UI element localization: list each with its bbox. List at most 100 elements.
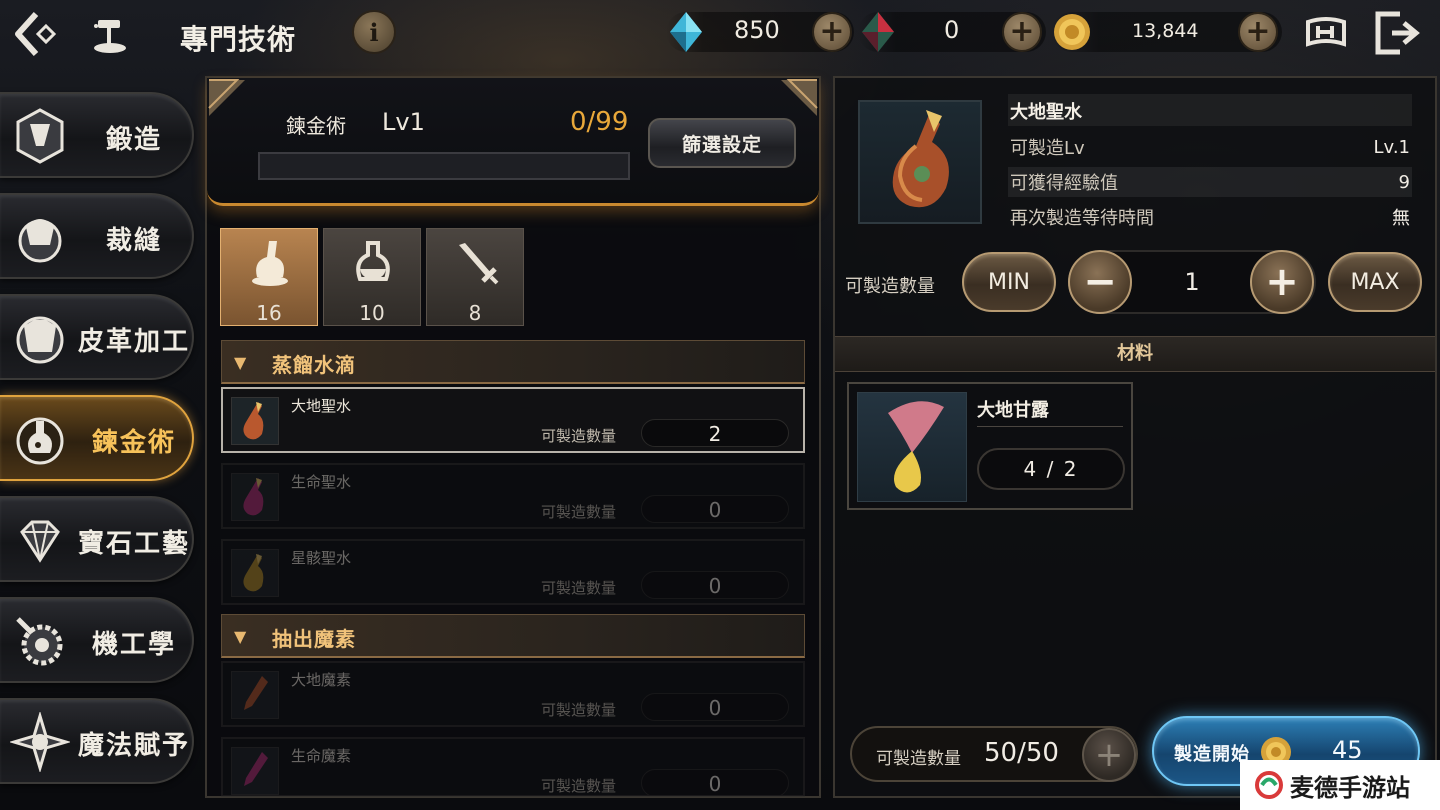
category-count: 10 [359,301,385,325]
tab-category-potions[interactable]: 10 [323,228,421,326]
skill-name: 鍊金術 [286,114,346,138]
forging-icon [16,108,64,164]
recipe-qty-value: 0 [708,772,722,796]
red-crystal-icon [862,12,894,52]
watermark: 麦德手游站 [1240,760,1440,810]
red-crystal-value: 0 [944,16,960,44]
earth-nectar-icon [857,392,967,502]
sidebar-item-alchemy[interactable]: 鍊金術 [0,395,194,481]
sidebar-item-tailoring[interactable]: 裁縫 [0,193,194,279]
recipe-qty-box: 0 [641,571,789,599]
page-title: 專門技術 [180,23,297,56]
sidebar-item-leatherwork[interactable]: 皮革加工 [0,294,194,380]
info-value: 9 [1398,171,1410,193]
skill-exp: 0/99 [570,107,629,137]
engineering-icon [16,617,63,666]
recipe-qty-value: 0 [708,498,722,522]
filter-settings-button[interactable]: 篩選設定 [648,118,796,168]
holy-water-icon [231,473,279,521]
recipe-name: 生命魔素 [291,747,352,765]
currency-red-crystal: 0 + [858,12,1046,52]
recipe-qty-value: 0 [708,574,722,598]
materials-header: 材料 [835,336,1435,372]
sidebar-item-label: 寶石工藝 [78,528,191,559]
exit-button[interactable] [1372,10,1422,56]
watermark-text: 麦德手游站 [1290,773,1410,802]
recipe-qty-label: 可製造數量 [541,777,617,795]
info-label: 可獲得經驗值 [1010,173,1118,194]
buy-gold-button[interactable]: + [1238,12,1278,52]
sidebar-item-label: 機工學 [91,629,176,660]
recipe-row[interactable]: 生命魔素 可製造數量 0 [221,737,805,797]
recipe-row[interactable]: 大地魔素 可製造數量 0 [221,661,805,727]
recipe-qty-value: 0 [708,696,722,720]
material-card[interactable]: 大地甘露 4 / 2 [847,382,1133,510]
shop-button[interactable] [1302,14,1350,50]
recipe-name: 大地聖水 [291,397,352,415]
sidebar-item-label: 魔法賦予 [78,730,191,761]
category-count: 8 [468,301,482,325]
sidebar-item-label: 裁縫 [105,225,162,256]
sidebar-item-label: 鍛造 [105,124,162,155]
craftable-quantity-label: 可製造數量 [876,749,961,769]
min-button[interactable]: MIN [962,252,1056,312]
holy-water-icon [231,549,279,597]
max-button[interactable]: MAX [1328,252,1422,312]
item-title: 大地聖水 [1008,94,1412,126]
divider [977,426,1123,427]
increase-button[interactable]: + [1250,250,1314,314]
sidebar-item-enchanting[interactable]: 魔法賦予 [0,698,194,784]
recipe-qty-label: 可製造數量 [541,427,617,445]
blue-crystal-icon [670,12,702,52]
info-value: Lv.1 [1373,136,1410,158]
recipe-group-label: 抽出魔素 [272,627,356,651]
sidebar-item-engineering[interactable]: 機工學 [0,597,194,683]
alchemy-icon [16,417,64,465]
recipe-row[interactable]: 生命聖水 可製造數量 0 [221,463,805,529]
top-bar: 專門技術 i 850 + 0 + 13,844 + [0,0,1440,66]
currency-blue-crystal: 850 + [666,12,854,52]
collapse-arrow-icon: ▼ [234,627,247,646]
gem-craft-icon [20,520,60,563]
back-button[interactable] [8,8,60,60]
earth-holy-water-icon [858,100,982,224]
sidebar-item-label: 鍊金術 [91,427,176,458]
sidebar-item-gem-craft[interactable]: 寶石工藝 [0,496,194,582]
recipe-qty-box: 0 [641,693,789,721]
craft-quantity-label: 可製造數量 [845,276,935,297]
sidebar-item-forging[interactable]: 鍛造 [0,92,194,178]
watermark-logo-icon [1255,771,1283,799]
recipe-qty-box: 0 [641,495,789,523]
decrease-button[interactable]: − [1068,250,1132,314]
recipe-name: 星骸聖水 [291,549,352,567]
blue-crystal-value: 850 [734,16,780,44]
collapse-arrow-icon: ▼ [234,353,247,372]
shop-icon [1306,17,1346,47]
info-button[interactable]: i [352,10,396,54]
exit-icon [1375,11,1420,55]
add-craft-slots-button[interactable]: + [1082,728,1136,782]
skill-level: Lv1 [382,108,425,136]
currency-gold: 13,844 + [1052,12,1282,52]
tab-category-tools[interactable]: 16 [220,228,318,326]
recipe-group-header[interactable]: ▼ 蒸餾水滴 [221,340,805,384]
recipe-name: 大地魔素 [291,671,352,689]
tab-category-weapons[interactable]: 8 [426,228,524,326]
material-count: 4 / 2 [977,448,1125,490]
enchanting-icon [10,712,70,772]
recipe-row[interactable]: 大地聖水 可製造數量 2 [221,387,805,453]
recipe-row[interactable]: 星骸聖水 可製造數量 0 [221,539,805,605]
info-row-craft-level: 可製造Lv Lv.1 [1008,132,1412,162]
flask-icon [356,241,390,281]
info-row-exp: 可獲得經驗值 9 [1008,167,1412,197]
start-crafting-label: 製造開始 [1174,744,1250,765]
recipe-qty-box: 0 [641,769,789,796]
holy-water-icon [231,397,279,445]
info-label: 再次製造等待時間 [1010,208,1154,229]
quantity-value: 1 [1184,268,1200,296]
leatherwork-icon [16,316,64,364]
recipe-group-header[interactable]: ▼ 抽出魔素 [221,614,805,658]
buy-red-crystal-button[interactable]: + [1002,12,1042,52]
buy-blue-crystal-button[interactable]: + [812,12,852,52]
recipe-group-label: 蒸餾水滴 [272,353,356,377]
